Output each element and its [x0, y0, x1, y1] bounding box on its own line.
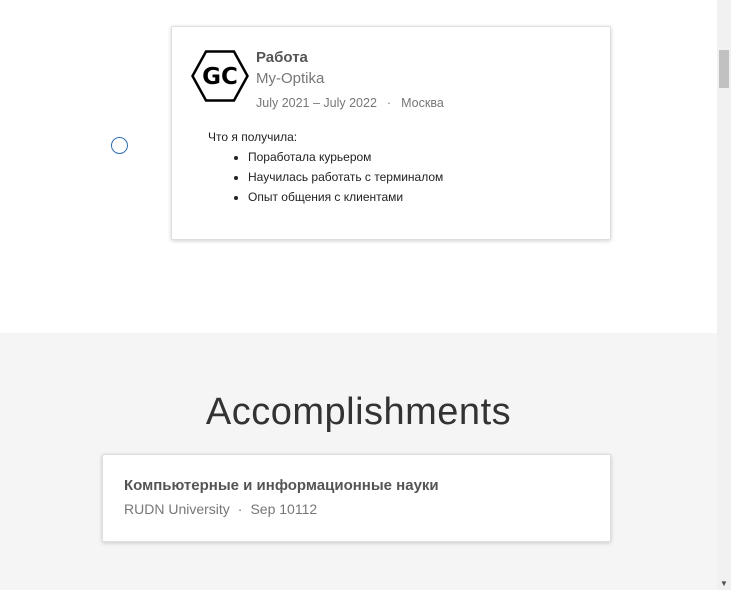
experience-section: GC Работа My-Optika July 2021 – July 202…	[0, 0, 717, 333]
accomplishments-section: Accomplishments Компьютерные и информаци…	[0, 333, 717, 590]
job-meta: July 2021 – July 2022 · Москва	[256, 96, 444, 110]
bullet-item: Опыт общения с клиентами	[248, 190, 443, 204]
job-description: Что я получила: Поработала курьером Науч…	[208, 130, 443, 210]
accomplishment-issuer: RUDN University	[124, 501, 230, 517]
bullet-list: Поработала курьером Научилась работать с…	[208, 150, 443, 204]
accomplishment-name: Компьютерные и информационные науки	[124, 477, 439, 494]
accomplishment-card: Компьютерные и информационные науки RUDN…	[102, 454, 611, 542]
experience-card: GC Работа My-Optika July 2021 – July 202…	[171, 26, 611, 240]
description-heading: Что я получила:	[208, 130, 298, 144]
vertical-scrollbar[interactable]: ▼	[717, 0, 731, 590]
scroll-down-arrow-icon[interactable]: ▼	[720, 580, 728, 588]
bullet-item: Научилась работать с терминалом	[248, 170, 443, 184]
meta-separator: ·	[386, 96, 392, 110]
job-title: Работа	[256, 49, 308, 66]
company-logo-text: GC	[202, 64, 238, 90]
company-logo: GC	[191, 50, 249, 102]
bullet-item: Поработала курьером	[248, 150, 443, 164]
company-name[interactable]: My-Optika	[256, 70, 324, 87]
page: GC Работа My-Optika July 2021 – July 202…	[0, 0, 717, 590]
job-location: Москва	[401, 96, 444, 110]
meta-separator: ·	[237, 501, 243, 517]
accomplishment-date: Sep 10112	[250, 501, 318, 517]
job-dates: July 2021 – July 2022	[256, 96, 377, 110]
timeline-dot	[111, 137, 128, 154]
accomplishment-meta: RUDN University · Sep 10112	[124, 501, 317, 517]
scrollbar-thumb[interactable]	[719, 50, 729, 88]
section-heading: Accomplishments	[205, 391, 512, 433]
